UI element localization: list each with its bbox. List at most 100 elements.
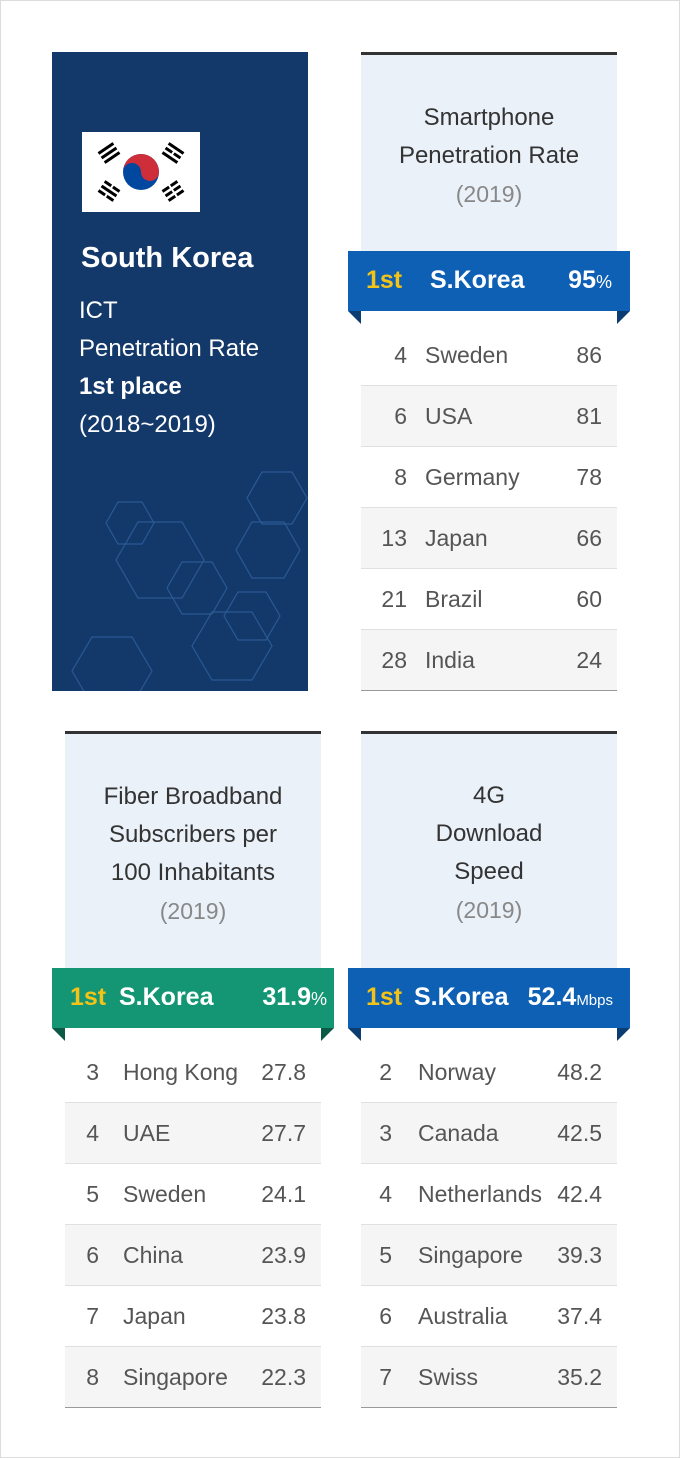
ribbon-fold-right [617, 311, 630, 324]
ranking-rows: 3 Hong Kong 27.8 4 UAE 27.7 5 Sweden 24.1 6 China 2… [65, 1042, 321, 1408]
card-year: (2019) [455, 181, 523, 207]
row-country: China [123, 1242, 184, 1268]
row-rank: 4 [394, 342, 407, 368]
ribbon-fold-left [348, 1028, 361, 1041]
table-row: 7 Swiss 35.2 [361, 1347, 617, 1408]
row-country: Sweden [425, 342, 509, 368]
row-value: 27.8 [261, 1059, 306, 1085]
row-value: 81 [576, 403, 602, 429]
row-rank: 13 [381, 525, 407, 551]
card-year: (2019) [455, 897, 523, 923]
leader-value: 95% [568, 266, 612, 295]
leader-rank: 1st [366, 266, 403, 294]
card-title-line: Penetration Rate [398, 142, 580, 169]
row-country: Singapore [123, 1364, 228, 1390]
leader-ribbon: 1st S.Korea 31.9% [52, 968, 334, 1041]
infographic-frame: South Korea ICT Penetration Rate 1st pla… [0, 0, 680, 1458]
leader-value-number: 95 [568, 266, 596, 294]
row-country: Netherlands [418, 1181, 543, 1207]
card-header: Smartphone Penetration Rate (2019) [361, 52, 617, 254]
row-country: UAE [123, 1120, 171, 1146]
row-rank: 5 [379, 1242, 392, 1268]
row-rank: 3 [86, 1059, 99, 1085]
table-row: 2 Norway 48.2 [361, 1042, 617, 1103]
row-value: 48.2 [557, 1059, 602, 1085]
leader-rank: 1st [366, 983, 403, 1011]
ribbon-fold-right [321, 1028, 334, 1041]
card-title-line: 4G [472, 782, 505, 809]
leader-country: S.Korea [430, 266, 525, 294]
table-row: 5 Sweden 24.1 [65, 1164, 321, 1225]
row-country: Sweden [123, 1181, 207, 1207]
row-country: Australia [418, 1303, 508, 1329]
card-header: Fiber Broadband Subscribers per 100 Inha… [65, 731, 321, 971]
row-rank: 3 [379, 1120, 392, 1146]
south-korea-flag-icon [82, 132, 200, 212]
leader-ribbon: 1st S.Korea 95% [348, 251, 630, 324]
table-row: 21 Brazil 60 [361, 569, 617, 630]
card-title-line: Subscribers per [108, 821, 278, 848]
row-value: 24 [576, 647, 602, 673]
row-country: Singapore [418, 1242, 523, 1268]
row-value: 22.3 [261, 1364, 306, 1390]
row-rank: 7 [86, 1303, 99, 1329]
ribbon-fold-left [52, 1028, 65, 1041]
row-value: 23.9 [261, 1242, 306, 1268]
table-row: 6 China 23.9 [65, 1225, 321, 1286]
row-value: 23.8 [261, 1303, 306, 1329]
row-country: Norway [418, 1059, 496, 1085]
row-rank: 8 [86, 1364, 99, 1390]
summary-line-rank: 1st place [79, 373, 182, 400]
row-country: Japan [123, 1303, 186, 1329]
ribbon-fold-right [617, 1028, 630, 1041]
row-value: 24.1 [261, 1181, 306, 1207]
card-title-line: 100 Inhabitants [110, 859, 276, 886]
summary-line-metric: Penetration Rate [79, 335, 260, 362]
table-row: 4 Netherlands 42.4 [361, 1164, 617, 1225]
leader-unit: % [310, 989, 327, 1009]
row-rank: 28 [381, 647, 407, 673]
row-rank: 4 [379, 1181, 392, 1207]
row-value: 78 [576, 464, 602, 490]
table-row: 8 Germany 78 [361, 447, 617, 508]
ribbon-fold-left [348, 311, 361, 324]
leader-rank: 1st [70, 983, 107, 1011]
table-row: 6 USA 81 [361, 386, 617, 447]
row-value: 42.4 [557, 1181, 602, 1207]
table-row: 6 Australia 37.4 [361, 1286, 617, 1347]
row-value: 66 [576, 525, 602, 551]
table-row: 4 Sweden 86 [361, 325, 617, 386]
card-title-line: Fiber Broadband [103, 783, 283, 810]
leader-ribbon: 1st S.Korea 52.4Mbps [348, 968, 630, 1041]
table-row: 13 Japan 66 [361, 508, 617, 569]
row-rank: 21 [381, 586, 407, 612]
korea-summary-panel: South Korea ICT Penetration Rate 1st pla… [52, 52, 308, 691]
row-value: 27.7 [261, 1120, 306, 1146]
row-rank: 5 [86, 1181, 99, 1207]
ranking-rows: 2 Norway 48.2 3 Canada 42.5 4 Netherlands 42.4 5 S… [361, 1042, 617, 1408]
row-rank: 6 [394, 403, 407, 429]
row-country: Swiss [418, 1364, 479, 1390]
leader-value-number: 31.9 [262, 983, 311, 1011]
row-country: Germany [425, 464, 520, 490]
row-rank: 6 [379, 1303, 392, 1329]
leader-unit: Mbps [576, 992, 613, 1009]
leader-value: 52.4Mbps [528, 983, 613, 1012]
table-row: 28 India 24 [361, 630, 617, 691]
row-rank: 2 [379, 1059, 392, 1085]
leader-unit: % [595, 272, 612, 292]
table-row: 3 Canada 42.5 [361, 1103, 617, 1164]
row-country: India [425, 647, 475, 673]
row-country: Brazil [425, 586, 483, 612]
table-row: 5 Singapore 39.3 [361, 1225, 617, 1286]
leader-value-number: 52.4 [527, 983, 577, 1011]
summary-line-period: (2018~2019) [79, 411, 216, 438]
row-value: 35.2 [557, 1364, 602, 1390]
row-country: Japan [425, 525, 488, 551]
row-country: Hong Kong [123, 1059, 239, 1085]
card-year: (2019) [159, 898, 227, 924]
row-value: 60 [576, 586, 602, 612]
row-rank: 8 [394, 464, 407, 490]
card-title-line: Download [435, 820, 543, 847]
row-country: USA [425, 403, 473, 429]
